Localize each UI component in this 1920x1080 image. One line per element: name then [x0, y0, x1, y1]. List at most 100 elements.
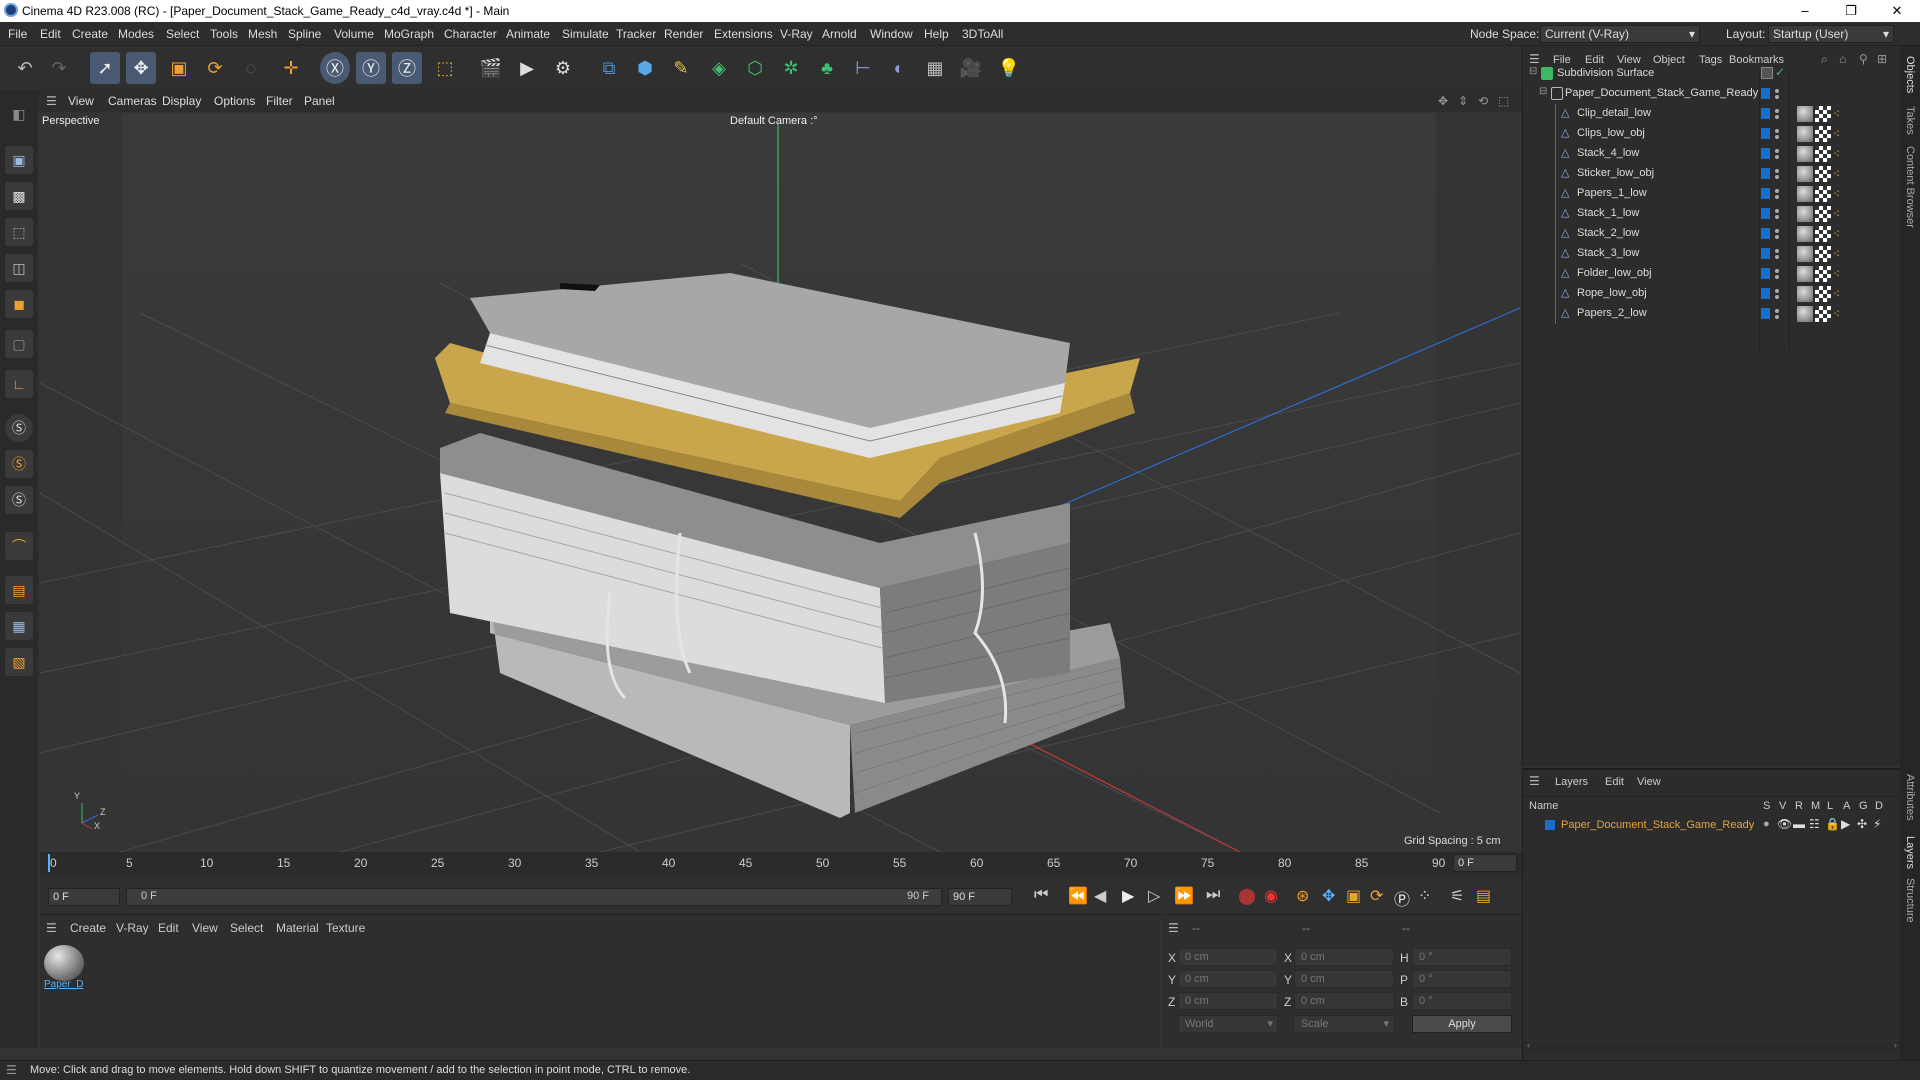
phong-tag-icon[interactable]: ⁖: [1833, 286, 1849, 302]
current-frame-field[interactable]: 0 F: [1453, 854, 1517, 872]
layer-color-icon[interactable]: [1761, 268, 1770, 279]
menu-edit[interactable]: Edit: [40, 27, 61, 41]
uvw-tag-icon[interactable]: [1815, 126, 1831, 142]
record-icon[interactable]: ⬤: [1238, 886, 1256, 906]
render-visibility-dot[interactable]: [1775, 295, 1779, 299]
rotate-view-icon[interactable]: ⟲: [1478, 94, 1488, 108]
uvw-tag-icon[interactable]: [1815, 186, 1831, 202]
layer-color-icon[interactable]: [1761, 88, 1770, 99]
coord-mode-dropdown[interactable]: Scale ▾: [1294, 1015, 1394, 1033]
object-row-child[interactable]: △ Stack_1_low ⁖: [1525, 204, 1899, 224]
key-selection-icon[interactable]: ⊛: [1296, 886, 1309, 906]
go-to-end-icon[interactable]: ⏭: [1206, 886, 1220, 904]
maximize-button[interactable]: ❐: [1828, 0, 1874, 22]
hamburger-icon[interactable]: ☰: [1529, 774, 1540, 788]
menu-character[interactable]: Character: [444, 27, 497, 41]
move-tool-icon[interactable]: ✥: [126, 52, 156, 84]
visibility-toggle-icon[interactable]: [1761, 67, 1773, 79]
3d-viewport[interactable]: Perspective Default Camera :° Grid Spaci…: [40, 113, 1520, 852]
cloner-icon[interactable]: ✲: [776, 52, 806, 84]
editor-visibility-dot[interactable]: [1775, 249, 1779, 253]
phong-tag-icon[interactable]: ⁖: [1833, 246, 1849, 262]
hamburger-icon[interactable]: ☰: [46, 921, 57, 935]
end-frame-field[interactable]: 90 F: [948, 888, 1012, 906]
generators-icon[interactable]: ✣: [1857, 817, 1867, 831]
uvw-tag-icon[interactable]: [1815, 146, 1831, 162]
render-visibility-dot[interactable]: [1775, 275, 1779, 279]
uvw-tag-icon[interactable]: [1815, 286, 1831, 302]
mograph-effector-icon[interactable]: ♣: [812, 52, 842, 84]
key-position-icon[interactable]: ✥: [1322, 886, 1335, 906]
editor-visibility-dot[interactable]: [1775, 89, 1779, 93]
phong-tag-icon[interactable]: ⁖: [1833, 206, 1849, 222]
lock-icon[interactable]: 🔒: [1825, 817, 1840, 831]
floor-icon[interactable]: ▦: [920, 52, 950, 84]
enabled-check-icon[interactable]: ✓: [1775, 65, 1785, 79]
material-tag-icon[interactable]: [1797, 106, 1813, 122]
undo-icon[interactable]: ↶: [10, 52, 40, 84]
field-icon[interactable]: ◐: [884, 52, 914, 84]
motion-system-icon[interactable]: ⚟: [1450, 886, 1464, 906]
object-row-child[interactable]: △ Rope_low_obj ⁖: [1525, 284, 1899, 304]
phong-tag-icon[interactable]: ⁖: [1833, 226, 1849, 242]
deformer-icon[interactable]: ⊢: [848, 52, 878, 84]
rotate-tool-icon[interactable]: ⟳: [200, 52, 230, 84]
object-row-group[interactable]: ⊟ Paper_Document_Stack_Game_Ready: [1525, 84, 1899, 104]
workplane-snap-icon[interactable]: Ⓢ: [5, 486, 33, 514]
rot-h-field[interactable]: 0 °: [1412, 948, 1512, 966]
render-icon[interactable]: ▬: [1793, 817, 1805, 831]
texture-mode-icon[interactable]: ▩: [5, 182, 33, 210]
editor-visibility-dot[interactable]: [1775, 149, 1779, 153]
layout-dropdown[interactable]: Startup (User) ▾: [1768, 25, 1894, 43]
magnet-icon[interactable]: ⌒: [5, 532, 33, 560]
layer-color-icon[interactable]: [1761, 248, 1770, 259]
apply-button[interactable]: Apply: [1412, 1015, 1512, 1033]
pos-z-field[interactable]: 0 cm: [1178, 992, 1278, 1010]
menu-help[interactable]: Help: [924, 27, 949, 41]
render-visibility-dot[interactable]: [1775, 255, 1779, 259]
previous-key-icon[interactable]: ⏪: [1068, 886, 1088, 906]
menu-3dtoall[interactable]: 3DToAll: [962, 27, 1003, 41]
material-tag-icon[interactable]: [1797, 206, 1813, 222]
menu-create[interactable]: Create: [72, 27, 108, 41]
x-axis-lock-icon[interactable]: Ⓧ: [320, 52, 350, 84]
render-picture-viewer-icon[interactable]: ▶: [512, 52, 542, 84]
key-param-icon[interactable]: Ⓟ: [1394, 886, 1410, 910]
snap-settings-icon[interactable]: Ⓢ: [5, 450, 33, 478]
edges-mode-icon[interactable]: ◫: [5, 254, 33, 282]
editor-visibility-dot[interactable]: [1775, 209, 1779, 213]
object-row-child[interactable]: △ Papers_1_low ⁖: [1525, 184, 1899, 204]
eye-icon[interactable]: 👁: [1777, 817, 1792, 831]
editor-visibility-dot[interactable]: [1775, 269, 1779, 273]
uvw-tag-icon[interactable]: [1815, 246, 1831, 262]
object-row-child[interactable]: △ Clip_detail_low ⁖: [1525, 104, 1899, 124]
extrude-generator-icon[interactable]: ⬡: [740, 52, 770, 84]
timeline-window-icon[interactable]: ▤: [1476, 886, 1491, 906]
hamburger-icon[interactable]: ☰: [6, 1063, 17, 1077]
y-axis-lock-icon[interactable]: Ⓨ: [356, 52, 386, 84]
cube-primitive-icon[interactable]: ⬢: [630, 52, 660, 84]
coord-space-dropdown[interactable]: World ▾: [1178, 1015, 1278, 1033]
layer-color-icon[interactable]: [1761, 208, 1770, 219]
size-y-field[interactable]: 0 cm: [1294, 970, 1394, 988]
uvw-tag-icon[interactable]: [1815, 306, 1831, 322]
transform-tool-icon[interactable]: ✛: [276, 52, 306, 84]
mat-menu-select[interactable]: Select: [230, 921, 263, 935]
size-x-field[interactable]: 0 cm: [1294, 948, 1394, 966]
layer-menu-edit[interactable]: Edit: [1605, 776, 1624, 788]
menu-volume[interactable]: Volume: [334, 27, 374, 41]
phong-tag-icon[interactable]: ⁖: [1833, 126, 1849, 142]
mat-menu-vray[interactable]: V-Ray: [116, 921, 149, 935]
manager-icon[interactable]: ☷: [1809, 817, 1820, 831]
key-rotation-icon[interactable]: ⟳: [1370, 886, 1383, 906]
go-to-start-icon[interactable]: ⏮: [1034, 886, 1048, 904]
timeline-ruler[interactable]: 0 5 10 15 20 25 30 35 40 45 50 55 60 65 …: [40, 852, 1522, 874]
phong-tag-icon[interactable]: ⁖: [1833, 146, 1849, 162]
scroll-left-icon[interactable]: ‹: [1527, 1040, 1530, 1050]
uvw-tag-icon[interactable]: [1815, 106, 1831, 122]
polygons-mode-icon[interactable]: ◼: [5, 290, 33, 318]
next-key-icon[interactable]: ⏩: [1174, 886, 1194, 906]
pos-x-field[interactable]: 0 cm: [1178, 948, 1278, 966]
make-editable-icon[interactable]: ◧: [5, 100, 33, 128]
key-scale-icon[interactable]: ▣: [1346, 886, 1361, 906]
